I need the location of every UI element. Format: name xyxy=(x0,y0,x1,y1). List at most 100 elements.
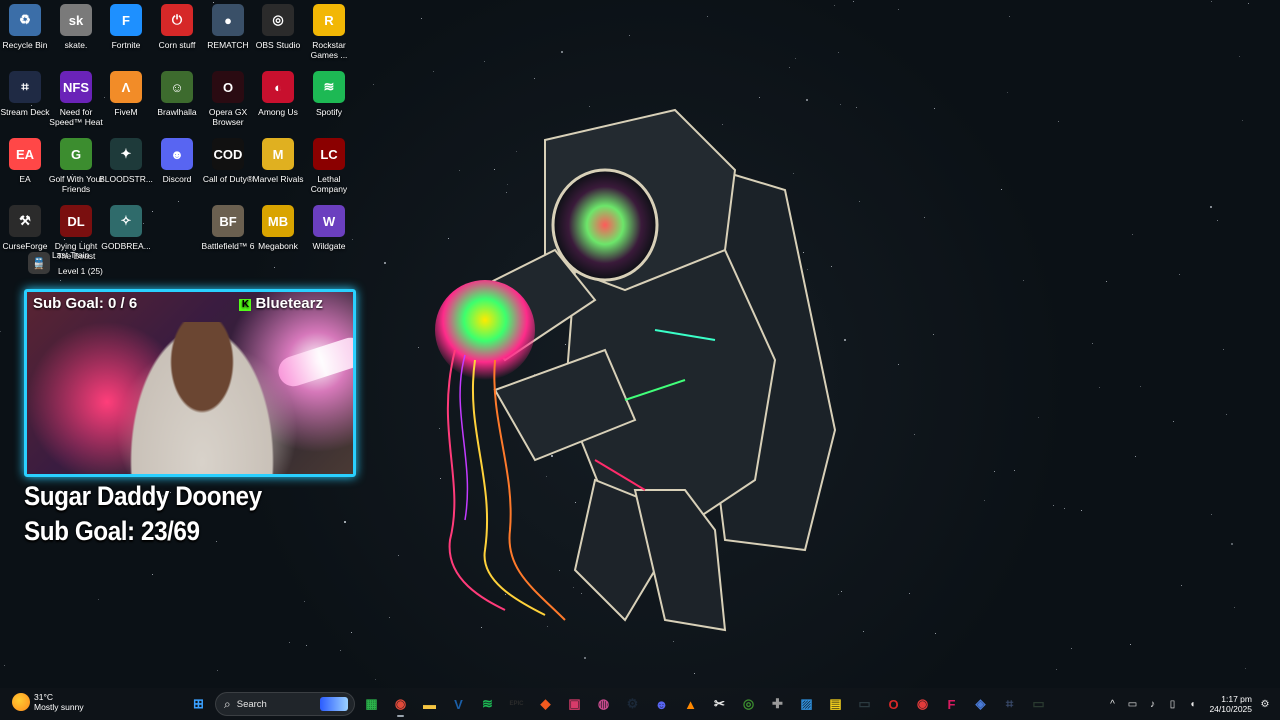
steam-icon[interactable]: ⚙ xyxy=(620,692,645,717)
xbox-app-icon[interactable]: ◎ xyxy=(736,692,761,717)
star xyxy=(1210,206,1212,208)
desktop-icon-last-train-status[interactable]: Level 1 (25) xyxy=(16,252,106,278)
godbreakers-icon: ✧ xyxy=(110,205,142,237)
rematch-icon: ● xyxy=(212,4,244,36)
star xyxy=(1058,121,1059,122)
star xyxy=(351,632,352,633)
desktop-icon[interactable]: ⌗ Stream Deck xyxy=(0,71,50,135)
search-input[interactable]: ⌕ Search xyxy=(215,692,355,716)
megabonk-icon: MB xyxy=(262,205,294,237)
star xyxy=(994,471,995,472)
among-us-icon: ◐ xyxy=(262,71,294,103)
desktop-icon-label: Lethal Company xyxy=(310,174,348,194)
desktop-icon[interactable]: ⏻ Corn stuff xyxy=(152,4,202,68)
star xyxy=(1181,585,1182,586)
xbox-icon[interactable]: ▦ xyxy=(359,692,384,717)
desktop-icon[interactable]: ✧ GODBREA... xyxy=(101,205,151,269)
star xyxy=(1135,456,1136,457)
desktop-icon[interactable]: ◎ OBS Studio xyxy=(253,4,303,68)
vlc-icon[interactable]: ▲ xyxy=(678,692,703,717)
sticky-notes-icon[interactable]: ▤ xyxy=(823,692,848,717)
desktop-icon[interactable]: R Rockstar Games ... xyxy=(304,4,354,68)
star xyxy=(421,18,422,19)
notification-icon[interactable]: ⚙ xyxy=(1258,697,1272,711)
desktop-icon[interactable]: COD Call of Duty® xyxy=(203,138,253,202)
web-icon[interactable]: ◍ xyxy=(591,692,616,717)
desktop-icon[interactable]: sk skate. xyxy=(51,4,101,68)
star xyxy=(1064,508,1065,509)
ea-icon: EA xyxy=(9,138,41,170)
star xyxy=(217,670,218,671)
desktop-icon[interactable]: NFS Need for Speed™ Heat xyxy=(49,71,103,135)
desktop-icon[interactable]: ✦ BLOODSTR... xyxy=(99,138,153,202)
network-icon[interactable]: ▯ xyxy=(1165,697,1179,711)
terminal-icon[interactable]: ▭ xyxy=(852,692,877,717)
star xyxy=(1092,343,1093,344)
weather-widget[interactable]: 31°C Mostly sunny xyxy=(12,692,84,712)
star xyxy=(152,574,153,575)
spotify-icon[interactable]: ≋ xyxy=(475,692,500,717)
search-icon: ⌕ xyxy=(224,696,231,711)
clock[interactable]: 1:17 pm 24/10/2025 xyxy=(1209,694,1252,714)
desktop-icon[interactable]: W Wildgate xyxy=(304,205,354,269)
figma-icon[interactable]: F xyxy=(939,692,964,717)
stream-deck-icon: ⌗ xyxy=(9,71,41,103)
recorder-icon[interactable]: ◉ xyxy=(910,692,935,717)
star xyxy=(933,334,934,335)
volume-icon[interactable]: ◖ xyxy=(1185,697,1199,711)
star xyxy=(375,679,376,680)
desktop-icon[interactable]: ♻ Recycle Bin xyxy=(0,4,50,68)
windows-start-icon[interactable]: ⊞ xyxy=(186,692,211,717)
opera-gx-icon[interactable]: O xyxy=(881,692,906,717)
star xyxy=(1231,543,1233,545)
desktop-icon[interactable]: EA EA xyxy=(0,138,50,202)
desktop-icon[interactable]: ☺ Brawlhalla xyxy=(152,71,202,135)
epic-games-icon[interactable]: EPIC xyxy=(504,692,529,717)
dying-light-icon: DL xyxy=(60,205,92,237)
star xyxy=(1099,387,1100,388)
star xyxy=(60,280,61,281)
vpn-icon[interactable]: ◈ xyxy=(968,692,993,717)
cross-icon[interactable]: ✚ xyxy=(765,692,790,717)
photos-icon[interactable]: ▨ xyxy=(794,692,819,717)
desktop-icon[interactable]: Λ FiveM xyxy=(101,71,151,135)
discord-icon[interactable]: ☻ xyxy=(649,692,674,717)
desktop-icon[interactable]: G Golf With Your Friends xyxy=(49,138,103,202)
taskbar: 31°C Mostly sunny ⊞ ⌕ Search ▦ ◉ ▬ V ≋ EPIC ◆ ▣ ◍ ⚙ ☻… xyxy=(0,688,1280,720)
file-explorer-icon[interactable]: ▬ xyxy=(417,692,442,717)
star xyxy=(340,650,341,651)
opera-gx-icon: O xyxy=(212,71,244,103)
desktop-icon[interactable]: O Opera GX Browser xyxy=(203,71,253,135)
capcut-icon[interactable]: ✂ xyxy=(707,692,732,717)
desktop-icon[interactable]: ☻ Discord xyxy=(152,138,202,202)
desktop-icon[interactable]: ◐ Among Us xyxy=(253,71,303,135)
desktop-icon[interactable]: LC Lethal Company xyxy=(304,138,354,202)
desktop-icon[interactable]: BF Battlefield™ 6 xyxy=(202,205,254,269)
clock-date: 24/10/2025 xyxy=(1209,704,1252,714)
clipchamp-icon[interactable]: ▣ xyxy=(562,692,587,717)
system-tray: ^ ▭ ♪ ▯ ◖ 1:17 pm 24/10/2025 ⚙ xyxy=(1105,688,1280,720)
nvidia-icon[interactable]: ▭ xyxy=(1026,692,1051,717)
search-placeholder: Search xyxy=(236,698,267,710)
desktop-icon[interactable]: ● REMATCH xyxy=(203,4,253,68)
star xyxy=(1053,505,1054,506)
chrome-icon[interactable]: ◉ xyxy=(388,692,413,717)
star xyxy=(1173,421,1174,422)
star xyxy=(1130,644,1131,645)
stream-deck-icon[interactable]: ⌗ xyxy=(997,692,1022,717)
desktop-icon[interactable]: MB Megabonk xyxy=(253,205,303,269)
star xyxy=(389,617,390,618)
vegas-icon[interactable]: V xyxy=(446,692,471,717)
star xyxy=(1245,668,1246,669)
star xyxy=(629,35,630,36)
chevron-up-icon[interactable]: ^ xyxy=(1105,697,1119,711)
brave-icon[interactable]: ◆ xyxy=(533,692,558,717)
desktop-icon[interactable]: ≋ Spotify xyxy=(304,71,354,135)
star xyxy=(1217,220,1218,221)
rockstar-icon: R xyxy=(313,4,345,36)
desktop-icon[interactable]: M Marvel Rivals xyxy=(252,138,304,202)
star xyxy=(859,201,860,202)
microphone-icon[interactable]: ♪ xyxy=(1145,697,1159,711)
tablet-icon[interactable]: ▭ xyxy=(1125,697,1139,711)
desktop-icon[interactable]: F Fortnite xyxy=(101,4,151,68)
